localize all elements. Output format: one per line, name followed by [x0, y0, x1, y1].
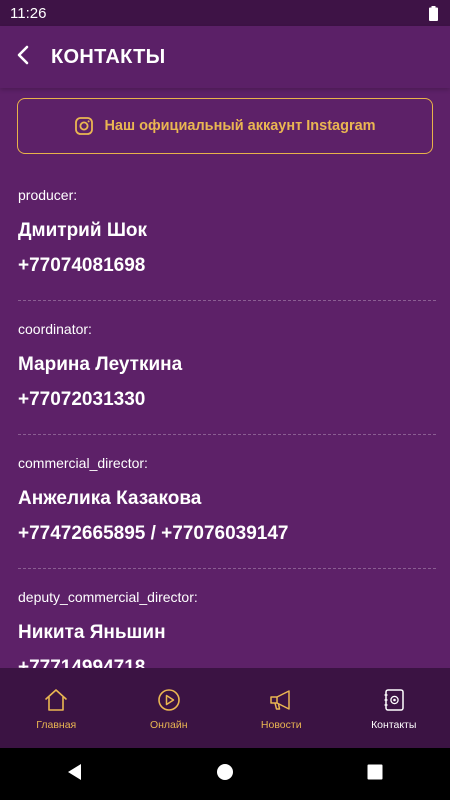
- page-title: КОНТАКТЫ: [51, 45, 166, 68]
- divider: [18, 568, 436, 569]
- nav-home-label: Главная: [36, 719, 77, 731]
- nav-online[interactable]: Онлайн: [113, 668, 226, 748]
- triangle-back-icon: [66, 763, 84, 786]
- contact-phone[interactable]: +77472665895 / +77076039147: [18, 523, 289, 545]
- nav-news[interactable]: Новости: [225, 668, 338, 748]
- square-recents-icon: [367, 764, 383, 785]
- contacts-content[interactable]: Наш официальный аккаунт Instagram produc…: [0, 88, 450, 668]
- contact-phone[interactable]: +77074081698: [18, 255, 145, 277]
- contact-name: Никита Яньшин: [18, 622, 166, 643]
- contact-list: producer: Дмитрий Шок +77074081698 coord…: [0, 184, 450, 668]
- nav-home[interactable]: Главная: [0, 668, 113, 748]
- circle-home-icon: [216, 763, 234, 786]
- instagram-button[interactable]: Наш официальный аккаунт Instagram: [17, 98, 433, 154]
- contact-role: coordinator:: [18, 321, 92, 337]
- contact-role: commercial_director:: [18, 455, 148, 471]
- contact-name: Дмитрий Шок: [18, 220, 148, 241]
- megaphone-icon: [268, 687, 294, 713]
- back-button[interactable]: [0, 26, 46, 88]
- instagram-label: Наш официальный аккаунт Instagram: [104, 118, 376, 134]
- contact-role: producer:: [18, 187, 78, 203]
- app-bar: КОНТАКТЫ: [0, 26, 450, 88]
- nav-news-label: Новости: [260, 719, 302, 731]
- status-bar: 11:26: [0, 0, 450, 26]
- nav-contacts-label: Контакты: [371, 719, 417, 731]
- chevron-left-icon: [16, 45, 30, 70]
- play-icon: [156, 687, 182, 713]
- contact-item: commercial_director: Анжелика Казакова +…: [18, 452, 436, 586]
- contact-role: deputy_commercial_director:: [18, 589, 198, 605]
- divider: [18, 434, 436, 435]
- nav-online-label: Онлайн: [149, 719, 188, 731]
- bottom-nav: Главная Онлайн Новости Контакты: [0, 668, 450, 748]
- instagram-icon: [74, 116, 94, 136]
- status-time: 11:26: [10, 4, 47, 22]
- contact-item: deputy_commercial_director: Никита Яньши…: [18, 586, 432, 668]
- system-home-button[interactable]: [195, 748, 255, 800]
- system-back-button[interactable]: [45, 748, 105, 800]
- contact-phone[interactable]: +77714994718: [18, 657, 145, 668]
- contact-item: coordinator: Марина Леуткина +7707203133…: [18, 318, 436, 452]
- contact-name: Анжелика Казакова: [18, 488, 202, 509]
- contact-name: Марина Леуткина: [18, 354, 183, 375]
- home-icon: [43, 687, 69, 713]
- system-recents-button[interactable]: [345, 748, 405, 800]
- battery-icon: [429, 5, 438, 21]
- contact-book-icon: [381, 687, 407, 713]
- nav-contacts[interactable]: Контакты: [338, 668, 450, 748]
- contact-phone[interactable]: +77072031330: [18, 389, 145, 411]
- contact-item: producer: Дмитрий Шок +77074081698: [18, 184, 436, 318]
- system-nav-bar: [0, 748, 450, 800]
- divider: [18, 300, 436, 301]
